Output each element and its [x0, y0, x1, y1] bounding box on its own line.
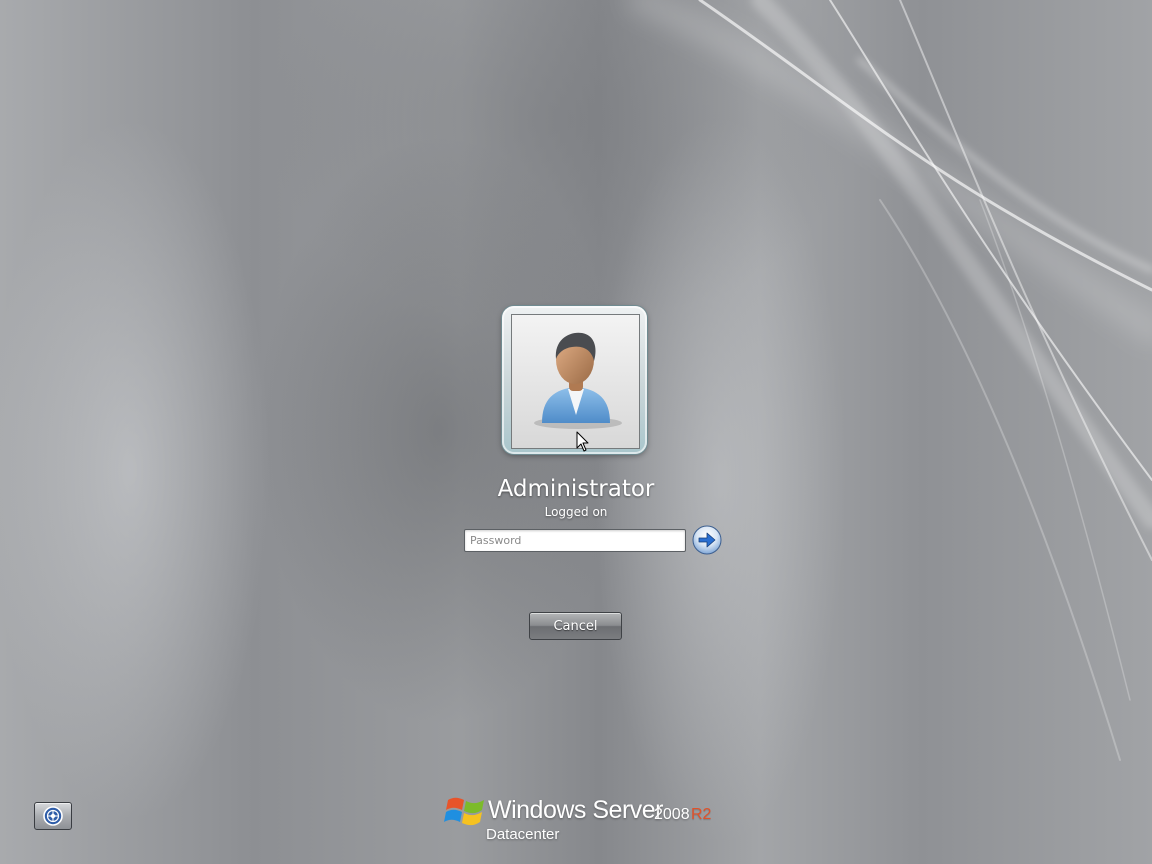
user-avatar-frame	[511, 314, 640, 449]
user-avatar-icon	[534, 332, 622, 429]
cancel-button[interactable]: Cancel	[529, 612, 622, 640]
mouse-pointer-icon	[576, 431, 589, 452]
arrow-right-icon	[692, 525, 722, 555]
windows-server-branding: Windows Server 2008 R2 Datacenter	[444, 790, 724, 846]
ease-of-access-button[interactable]	[34, 802, 72, 830]
submit-arrow-button[interactable]	[692, 525, 722, 555]
brand-version: 2008	[654, 806, 690, 823]
user-tile[interactable]	[502, 306, 647, 454]
user-status: Logged on	[544, 505, 608, 519]
ease-of-access-icon	[43, 806, 63, 826]
brand-product-name: Windows Server	[488, 796, 664, 824]
windows-flag-logo	[444, 797, 484, 826]
brand-release: R2	[691, 806, 712, 823]
brand-edition: Datacenter	[486, 826, 560, 843]
password-field[interactable]	[464, 529, 686, 552]
user-name: Administrator	[497, 476, 655, 502]
